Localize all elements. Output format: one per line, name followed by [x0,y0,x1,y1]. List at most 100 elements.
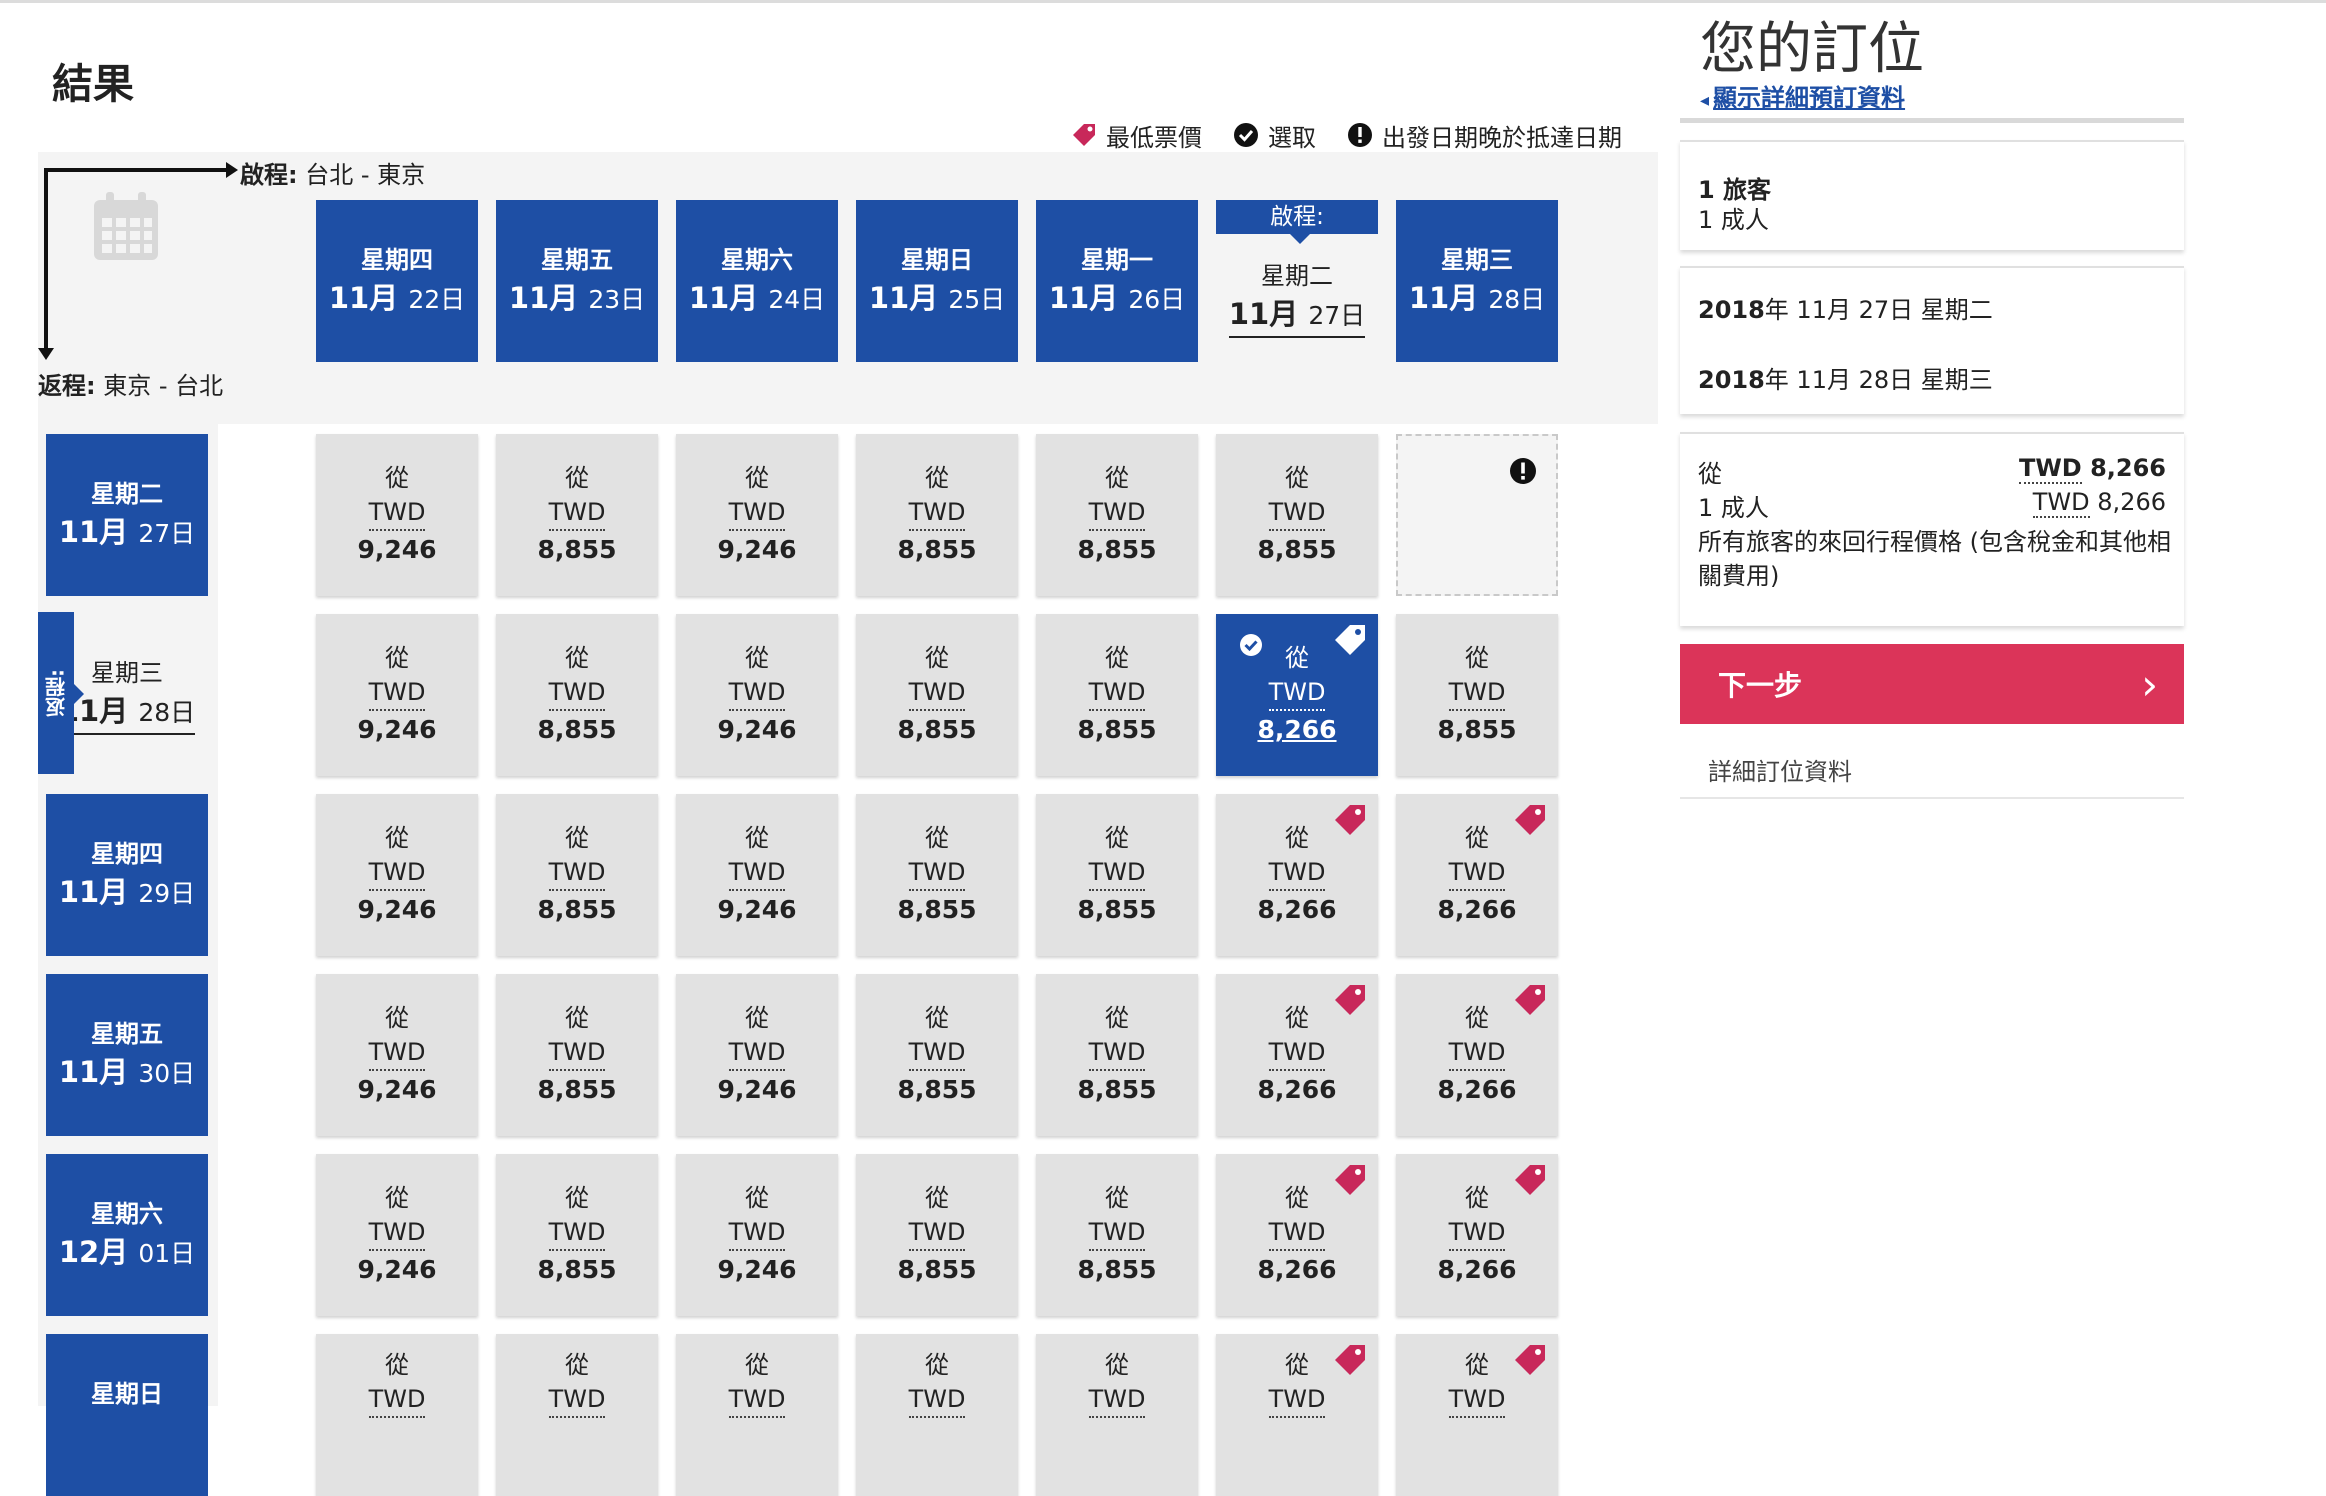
fare-cell[interactable]: 從 TWD 8,855 [1216,434,1378,596]
legend-lowest: 最低票價 [1070,118,1202,153]
fare-cell[interactable]: 從 TWD 8,266 [1396,794,1558,956]
arrow-right-line [44,168,228,172]
fare-currency: TWD [368,1035,426,1071]
fare-amount: 8,855 [537,535,617,564]
travelers-card: 1 旅客 1 成人 [1680,140,2184,250]
return-date: 12月 01日 [58,1235,196,1269]
fare-cell[interactable]: 從 TWD [1036,1334,1198,1496]
fare-from-label: 從 [745,1004,769,1032]
fare-cell[interactable]: 從 TWD [1216,1334,1378,1496]
departure-date-nov22[interactable]: 星期四 11月 22日 [316,200,478,362]
fare-cell[interactable]: 從 TWD [1396,1334,1558,1496]
fare-amount: 8,855 [897,895,977,924]
return-date-nov29[interactable]: 星期四 11月 29日 [46,794,208,956]
return-date-dec01[interactable]: 星期六 12月 01日 [46,1154,208,1316]
fare-cell[interactable]: 從 TWD 8,266 [1216,794,1378,956]
fare-currency: TWD [1088,1215,1146,1251]
fare-cell[interactable]: 從 TWD 8,266 [1396,1154,1558,1316]
fare-cell[interactable]: 從 TWD 9,246 [316,1154,478,1316]
fare-amount: 9,246 [717,535,797,564]
legend-selected: 選取 [1232,118,1316,153]
fare-cell[interactable]: 從 TWD 9,246 [676,614,838,776]
exclamation-icon [1508,456,1538,490]
return-date-sunday[interactable]: 星期日 [46,1334,208,1496]
fare-cell[interactable]: 從 TWD 9,246 [316,794,478,956]
fare-cell[interactable]: 從 TWD 9,246 [316,434,478,596]
fare-from-label: 從 [745,1184,769,1212]
show-details-link[interactable]: ◂ 顯示詳細預訂資料 [1700,78,1905,113]
fare-amount: 9,246 [357,895,437,924]
fare-cell[interactable]: 從 TWD 8,855 [856,614,1018,776]
fare-cell[interactable]: 從 TWD 8,855 [1036,434,1198,596]
fare-amount: 9,246 [717,715,797,744]
next-step-button[interactable]: 下一步 › [1680,644,2184,724]
total-price: TWD 8,266 [2018,454,2166,484]
fare-cell[interactable]: 從 TWD 8,266 [1216,974,1378,1136]
fare-cell[interactable]: 從 TWD 9,246 [676,434,838,596]
fare-from-label: 從 [1285,1184,1309,1212]
fare-cell[interactable]: 從 TWD 9,246 [676,974,838,1136]
fare-cell[interactable]: 從 TWD 8,855 [1036,1154,1198,1316]
fare-cell[interactable]: 從 TWD 9,246 [676,794,838,956]
fare-from-label: 從 [565,1351,589,1379]
fare-from-label: 從 [385,644,409,672]
fare-currency: TWD [1088,855,1146,891]
departure-date-nov25[interactable]: 星期日 11月 25日 [856,200,1018,362]
fare-cell[interactable]: 從 TWD 8,855 [856,794,1018,956]
fare-cell[interactable]: 從 TWD [316,1334,478,1496]
price-tag-icon [1512,982,1548,1022]
fare-cell[interactable]: 從 TWD 8,855 [496,794,658,956]
fare-cell[interactable]: 從 TWD 8,855 [856,1154,1018,1316]
fare-from-label: 從 [1105,1184,1129,1212]
fare-cell[interactable]: 從 TWD 8,855 [1036,974,1198,1136]
fare-currency: TWD [368,495,426,531]
fare-currency: TWD [1088,1035,1146,1071]
booking-details-link[interactable]: 詳細訂位資料 [1708,752,1852,787]
fare-cell[interactable]: 從 TWD 8,266 [1216,1154,1378,1316]
fare-from-label: 從 [1285,1351,1309,1379]
departure-date-nov28[interactable]: 星期三 11月 28日 [1396,200,1558,362]
fare-currency: TWD [1448,675,1506,711]
departure-date-nov23[interactable]: 星期五 11月 23日 [496,200,658,362]
adult-price: TWD 8,266 [2032,488,2166,518]
fare-cell[interactable]: 從 TWD 8,855 [496,434,658,596]
fare-currency: TWD [1268,855,1326,891]
fare-currency: TWD [1448,1215,1506,1251]
fare-amount: 8,855 [1077,1075,1157,1104]
fare-cell[interactable]: 從 TWD 8,855 [496,1154,658,1316]
fare-currency: TWD [908,855,966,891]
fare-currency: TWD [1448,1035,1506,1071]
fare-currency: TWD [908,1382,966,1418]
fare-from-label: 從 [1285,1004,1309,1032]
fare-amount: 9,246 [717,1075,797,1104]
fare-cell[interactable]: 從 TWD 8,855 [1036,794,1198,956]
fare-cell[interactable]: 從 TWD 9,246 [676,1154,838,1316]
fare-amount: 9,246 [357,1255,437,1284]
arrow-right-icon [226,162,238,178]
return-prefix: 返程: [38,372,96,400]
fare-from-label: 從 [1465,1004,1489,1032]
return-date-nov27[interactable]: 星期二 11月 27日 [46,434,208,596]
fare-cell[interactable]: 從 TWD 8,855 [856,434,1018,596]
results-title: 結果 [52,60,134,108]
fare-from-label: 從 [565,644,589,672]
fare-cell[interactable]: 從 TWD 8,855 [856,974,1018,1136]
fare-cell[interactable]: 從 TWD 9,246 [316,614,478,776]
top-divider [0,0,2326,3]
fare-from-label: 從 [385,1004,409,1032]
legend: 最低票價 選取 出發日期晚於抵達日期 [1070,115,1622,155]
fare-cell[interactable]: 從 TWD [676,1334,838,1496]
fare-cell-selected[interactable]: 從 TWD 8,266 [1216,614,1378,776]
fare-cell[interactable]: 從 TWD [496,1334,658,1496]
return-date: 11月 29日 [58,875,196,909]
fare-cell[interactable]: 從 TWD [856,1334,1018,1496]
fare-cell[interactable]: 從 TWD 8,855 [1396,614,1558,776]
departure-date-nov26[interactable]: 星期一 11月 26日 [1036,200,1198,362]
fare-cell[interactable]: 從 TWD 8,855 [496,614,658,776]
departure-date-nov24[interactable]: 星期六 11月 24日 [676,200,838,362]
return-date-nov30[interactable]: 星期五 11月 30日 [46,974,208,1136]
fare-cell[interactable]: 從 TWD 8,266 [1396,974,1558,1136]
fare-cell[interactable]: 從 TWD 8,855 [496,974,658,1136]
fare-cell[interactable]: 從 TWD 8,855 [1036,614,1198,776]
fare-cell[interactable]: 從 TWD 9,246 [316,974,478,1136]
